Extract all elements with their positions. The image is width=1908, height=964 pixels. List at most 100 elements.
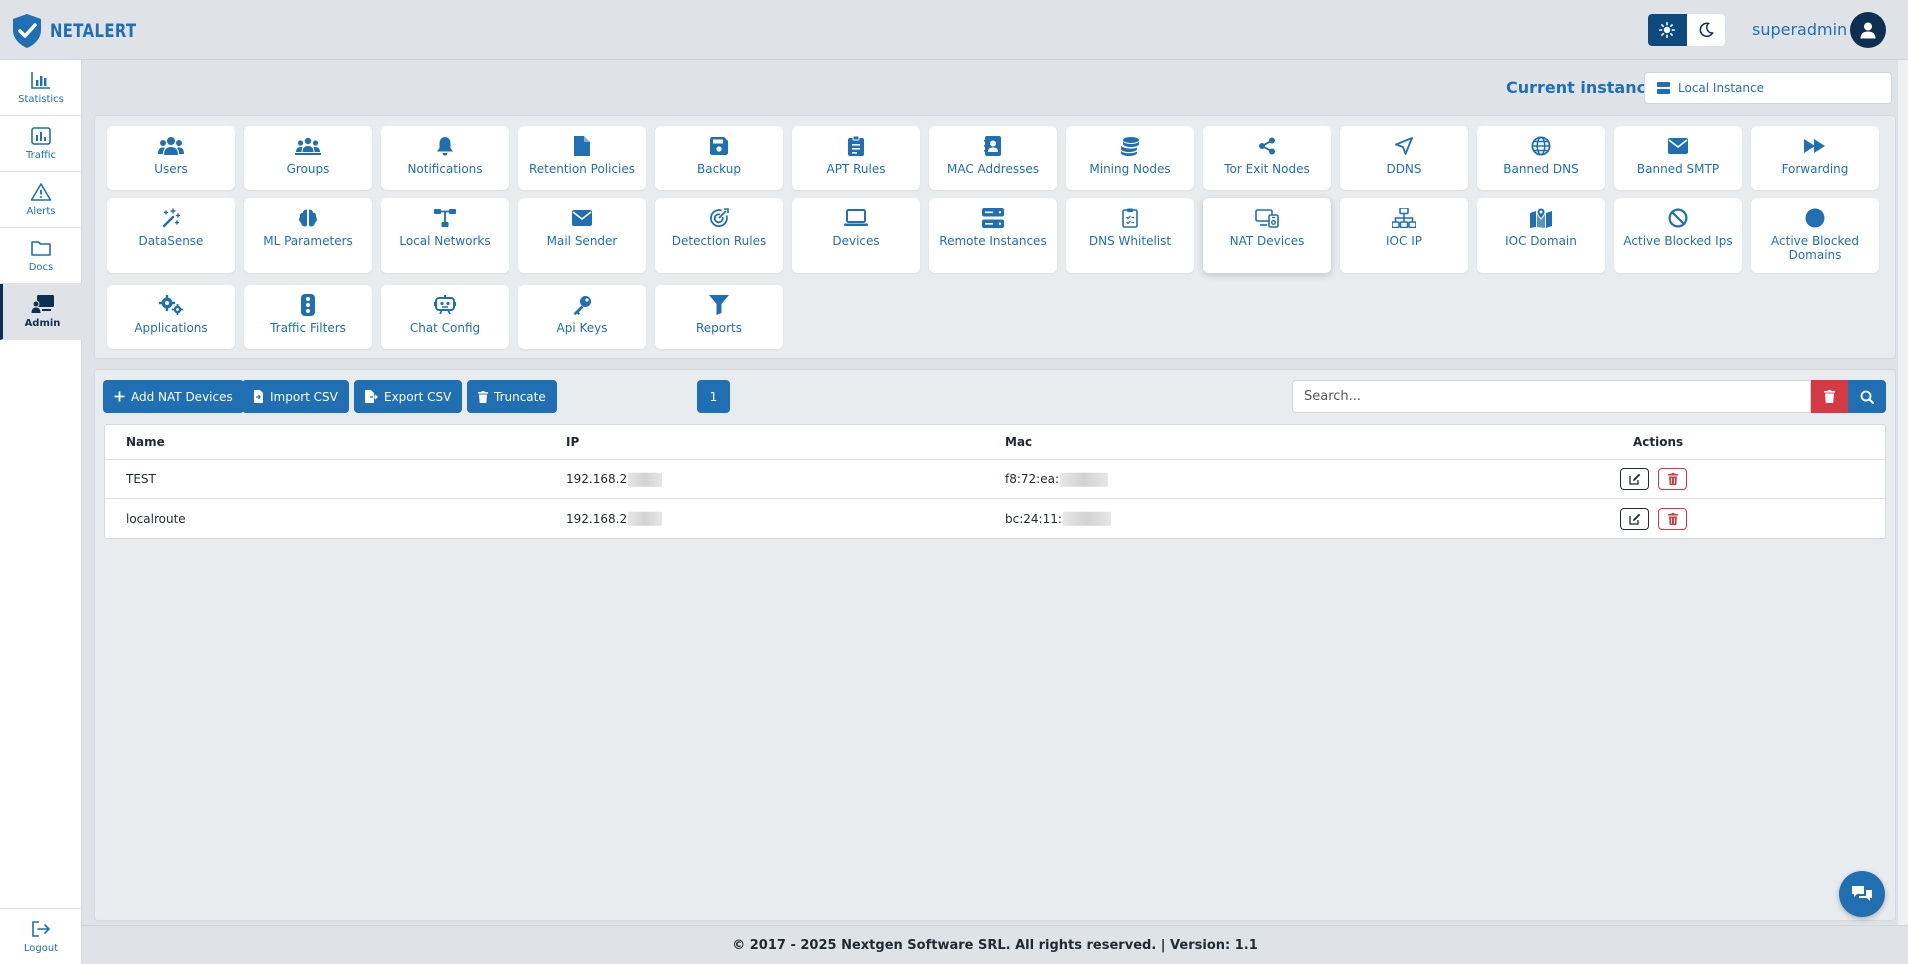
redacted-mask: [1062, 511, 1111, 526]
admin-tile-mac-addresses[interactable]: MAC Addresses: [929, 126, 1057, 190]
brand-name: NETALERT: [50, 20, 137, 42]
mac-text: bc:24:11:: [1005, 511, 1062, 526]
admin-tile-ioc-domain[interactable]: IOC Domain: [1477, 198, 1605, 273]
sidebar-item-logout[interactable]: Logout: [0, 908, 82, 964]
admin-tile-detection-rules[interactable]: Detection Rules: [655, 198, 783, 273]
admin-tile-ml-parameters[interactable]: ML Parameters: [244, 198, 372, 273]
table-row: TEST 192.168.2 f8:72:ea:: [105, 460, 1885, 499]
page-footer: © 2017 - 2025 Nextgen Software SRL. All …: [82, 925, 1908, 964]
tile-label: Applications: [134, 321, 208, 335]
filter-icon: [709, 294, 729, 316]
admin-tile-ioc-ip[interactable]: IOC IP: [1340, 198, 1468, 273]
admin-tile-notifications[interactable]: Notifications: [381, 126, 509, 190]
clipboard-check-icon: [1122, 207, 1138, 229]
admin-tile-applications[interactable]: Applications: [107, 285, 235, 349]
tile-label: Retention Policies: [528, 162, 636, 176]
export-label: Export CSV: [384, 389, 452, 404]
admin-tile-users[interactable]: Users: [107, 126, 235, 190]
admin-tile-traffic-filters[interactable]: Traffic Filters: [244, 285, 372, 349]
export-csv-button[interactable]: Export CSV: [354, 380, 463, 413]
admin-tile-apt-rules[interactable]: APT Rules: [792, 126, 920, 190]
import-csv-button[interactable]: Import CSV: [242, 380, 349, 413]
instance-select[interactable]: Local Instance: [1644, 72, 1892, 104]
clear-search-button[interactable]: [1811, 380, 1848, 413]
edit-button[interactable]: [1620, 507, 1649, 530]
tile-label: Reports: [695, 321, 743, 335]
admin-tile-active-blocked-ips[interactable]: Active Blocked Ips: [1614, 198, 1742, 273]
search-button[interactable]: [1848, 380, 1886, 413]
truncate-button[interactable]: Truncate: [467, 380, 557, 413]
robot-icon: [434, 294, 456, 316]
add-nat-devices-button[interactable]: Add NAT Devices: [103, 380, 244, 413]
edit-icon: [1628, 473, 1640, 485]
search-icon: [1860, 390, 1874, 404]
location-arrow-icon: [1395, 135, 1413, 157]
tile-label: DNS Whitelist: [1088, 234, 1172, 248]
edit-button[interactable]: [1620, 468, 1649, 490]
admin-tile-nat-devices[interactable]: NAT Devices: [1203, 198, 1331, 273]
username-label[interactable]: superadmin: [1752, 20, 1847, 39]
admin-tile-mail-sender[interactable]: Mail Sender: [518, 198, 646, 273]
envelope-icon: [1668, 135, 1688, 157]
admin-tile-backup[interactable]: Backup: [655, 126, 783, 190]
tile-label: Active Blocked Ips: [1623, 234, 1733, 248]
table-row: localroute 192.168.2 bc:24:11:: [105, 499, 1885, 538]
admin-tile-banned-smtp[interactable]: Banned SMTP: [1614, 126, 1742, 190]
brand-logo[interactable]: NETALERT: [10, 13, 161, 49]
pagination-page-1[interactable]: 1: [697, 380, 730, 413]
admin-tile-banned-dns[interactable]: Banned DNS: [1477, 126, 1605, 190]
coins-icon: [1120, 135, 1140, 157]
tile-label: DataSense: [138, 234, 204, 248]
delete-button[interactable]: [1658, 468, 1687, 490]
admin-tile-mining-nodes[interactable]: Mining Nodes: [1066, 126, 1194, 190]
admin-tile-devices[interactable]: Devices: [792, 198, 920, 273]
admin-tile-groups[interactable]: Groups: [244, 126, 372, 190]
sidebar-item-alerts[interactable]: Alerts: [0, 172, 82, 228]
admin-tile-reports[interactable]: Reports: [655, 285, 783, 349]
laptop-icon: [844, 207, 868, 229]
server-icon: [1657, 82, 1670, 94]
sidebar-item-docs[interactable]: Docs: [0, 228, 82, 284]
tile-label: Local Networks: [399, 234, 491, 248]
admin-tile-ddns[interactable]: DDNS: [1340, 126, 1468, 190]
address-book-icon: [984, 135, 1002, 157]
wand-sparkles-icon: [161, 207, 181, 229]
user-avatar[interactable]: [1850, 12, 1886, 48]
admin-tile-active-blocked-domains[interactable]: Active Blocked Domains: [1751, 198, 1879, 273]
network-wired-icon: [434, 207, 456, 229]
ip-text: 192.168.2: [566, 511, 628, 526]
admin-tile-chat-config[interactable]: Chat Config: [381, 285, 509, 349]
sidebar-item-statistics[interactable]: Statistics: [0, 60, 82, 116]
sidebar-item-admin[interactable]: Admin: [0, 284, 82, 340]
light-mode-button[interactable]: [1648, 14, 1687, 46]
chat-button[interactable]: [1839, 871, 1885, 917]
admin-tile-tor-exit-nodes[interactable]: Tor Exit Nodes: [1203, 126, 1331, 190]
tile-label: Devices: [832, 234, 880, 248]
tile-label: Forwarding: [1781, 162, 1849, 176]
trash-icon: [1667, 512, 1678, 525]
admin-tile-remote-instances[interactable]: Remote Instances: [929, 198, 1057, 273]
dark-mode-button[interactable]: [1686, 14, 1725, 46]
tile-label: IOC IP: [1386, 234, 1422, 248]
ip-text: 192.168.2: [566, 471, 628, 486]
admin-tile-dns-whitelist[interactable]: DNS Whitelist: [1066, 198, 1194, 273]
admin-tile-forwarding[interactable]: Forwarding: [1751, 126, 1879, 190]
user-icon: [1860, 22, 1876, 39]
admin-tile-api-keys[interactable]: Api Keys: [518, 285, 646, 349]
trash-icon: [1824, 390, 1835, 403]
admin-tile-datasense[interactable]: DataSense: [107, 198, 235, 273]
circle-icon: [1805, 207, 1825, 229]
admin-tile-local-networks[interactable]: Local Networks: [381, 198, 509, 273]
search-input[interactable]: [1292, 380, 1811, 413]
sidebar-item-label: Admin: [24, 318, 61, 329]
page-scrollbar[interactable]: [1898, 60, 1908, 964]
computer-devices-icon: [1255, 207, 1279, 229]
sidebar-item-label: Traffic: [25, 150, 57, 161]
sidebar-item-traffic[interactable]: Traffic: [0, 116, 82, 172]
admin-tile-retention-policies[interactable]: Retention Policies: [518, 126, 646, 190]
delete-button[interactable]: [1658, 507, 1687, 530]
file-export-icon: [365, 390, 378, 403]
tile-label: Chat Config: [409, 321, 481, 335]
mac-text: f8:72:ea:: [1005, 471, 1059, 486]
theme-toggle: [1648, 14, 1725, 46]
